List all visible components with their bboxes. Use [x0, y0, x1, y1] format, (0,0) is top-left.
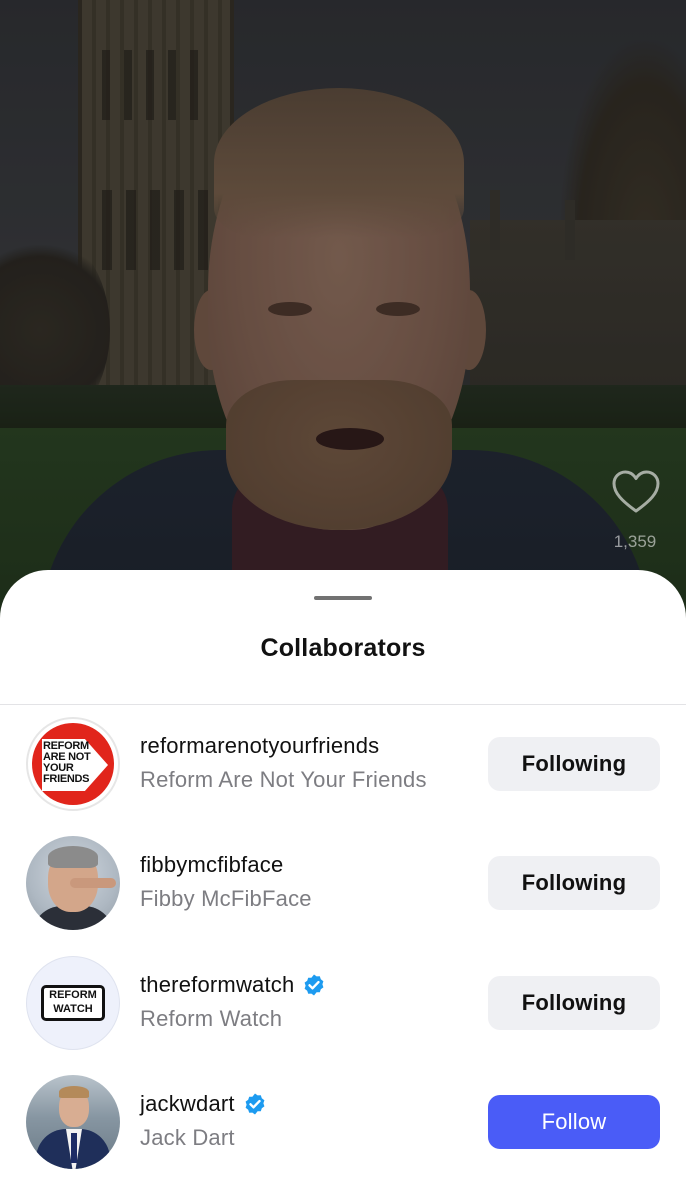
follow-button[interactable]: Follow [488, 1095, 660, 1149]
collaborators-sheet: Collaborators REFORM ARE NOT YOUR FRIEND… [0, 570, 686, 1200]
avatar[interactable] [26, 836, 120, 930]
collaborator-row[interactable]: fibbymcfibface Fibby McFibFace Following [0, 836, 686, 946]
collaborator-row[interactable]: jackwdart Jack Dart Follow [0, 1075, 686, 1185]
collaborator-handle[interactable]: thereformwatch [140, 972, 294, 998]
divider [0, 704, 686, 705]
avatar[interactable]: REFORM WATCH [26, 956, 120, 1050]
sheet-grabber-handle[interactable] [314, 596, 372, 600]
collaborator-handle[interactable]: jackwdart [140, 1091, 235, 1117]
like-count: 1,359 [613, 532, 657, 551]
following-button[interactable]: Following [488, 976, 660, 1030]
collaborator-row[interactable]: REFORM WATCH thereformwatch Reform Watch… [0, 956, 686, 1066]
avatar[interactable] [26, 1075, 120, 1169]
sheet-title: Collaborators [260, 634, 426, 662]
collaborator-display-name: Reform Watch [140, 1006, 283, 1031]
collaborator-handle[interactable]: reformarenotyourfriends [140, 733, 379, 759]
avatar[interactable]: REFORM ARE NOT YOUR FRIENDS [26, 717, 120, 811]
collaborator-handle[interactable]: fibbymcfibface [140, 852, 283, 878]
following-button[interactable]: Following [488, 737, 660, 791]
verified-badge-icon [245, 1093, 265, 1115]
collaborator-display-name: Jack Dart [140, 1125, 235, 1150]
video-player[interactable]: 1,359 [0, 0, 686, 640]
heart-outline-icon[interactable] [612, 470, 660, 514]
collaborator-row[interactable]: REFORM ARE NOT YOUR FRIENDS reformarenot… [0, 717, 686, 827]
following-button[interactable]: Following [488, 856, 660, 910]
verified-badge-icon [305, 974, 324, 996]
avatar-logo-text: REFORM WATCH [49, 989, 97, 1015]
avatar-logo-text: REFORM ARE NOT YOUR FRIENDS [43, 740, 91, 785]
collaborator-display-name: Fibby McFibFace [140, 886, 312, 911]
collaborator-display-name: Reform Are Not Your Friends [140, 767, 427, 792]
